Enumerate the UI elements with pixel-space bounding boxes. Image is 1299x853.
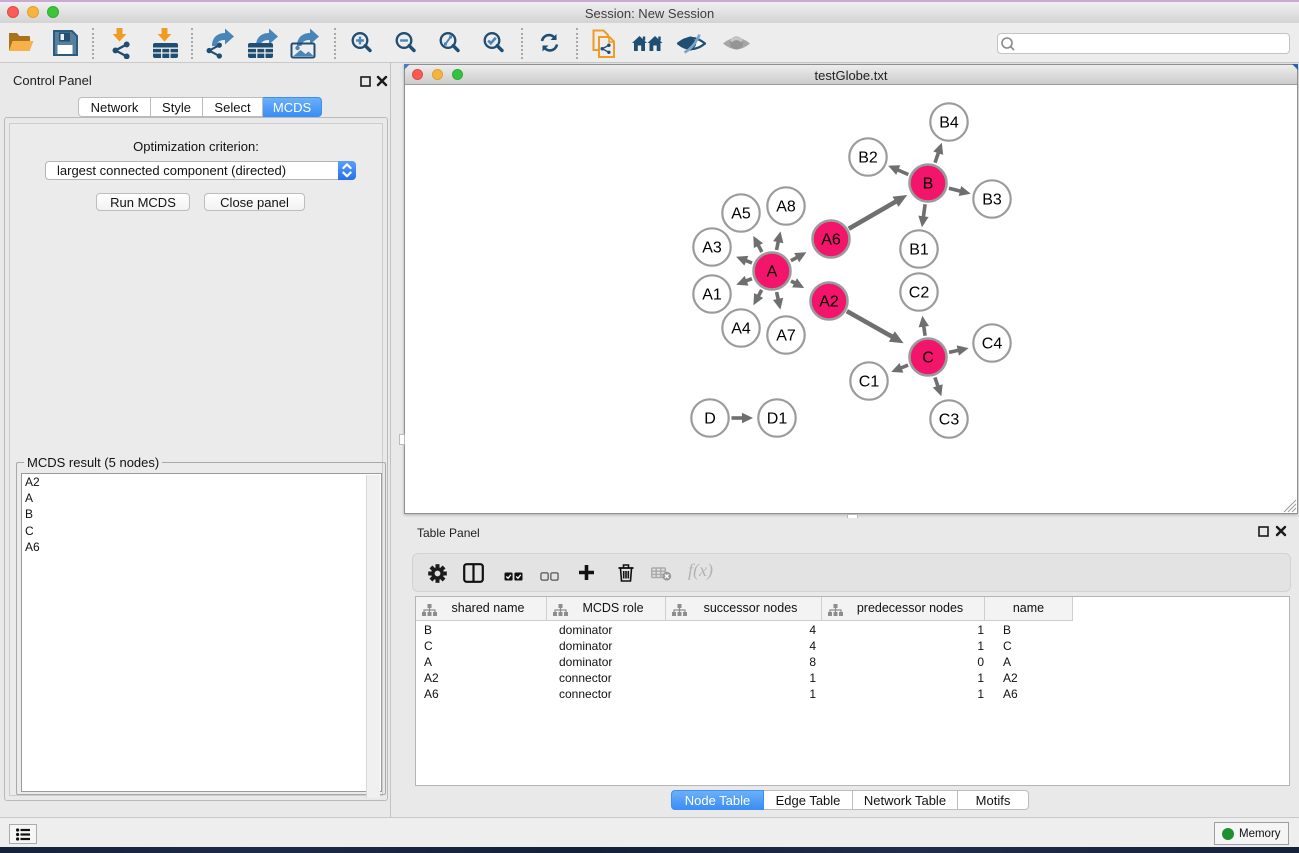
svg-text:A4: A4 (731, 321, 751, 338)
svg-text:A3: A3 (702, 240, 722, 257)
svg-text:A6: A6 (821, 232, 841, 249)
svg-text:B3: B3 (982, 192, 1002, 209)
svg-text:A7: A7 (776, 328, 796, 345)
svg-text:C1: C1 (859, 374, 880, 391)
svg-text:C: C (922, 350, 934, 367)
svg-text:D1: D1 (767, 411, 788, 428)
svg-text:B1: B1 (909, 242, 929, 259)
svg-text:A1: A1 (702, 287, 722, 304)
svg-text:B4: B4 (939, 115, 959, 132)
svg-text:C3: C3 (939, 412, 960, 429)
svg-text:B2: B2 (858, 150, 878, 167)
svg-text:A5: A5 (731, 206, 751, 223)
svg-text:C2: C2 (909, 285, 930, 302)
svg-text:D: D (704, 411, 716, 428)
svg-text:B: B (923, 176, 934, 193)
svg-text:A2: A2 (819, 294, 839, 311)
svg-text:A8: A8 (776, 199, 796, 216)
svg-text:A: A (767, 264, 778, 281)
svg-text:C4: C4 (982, 336, 1003, 353)
